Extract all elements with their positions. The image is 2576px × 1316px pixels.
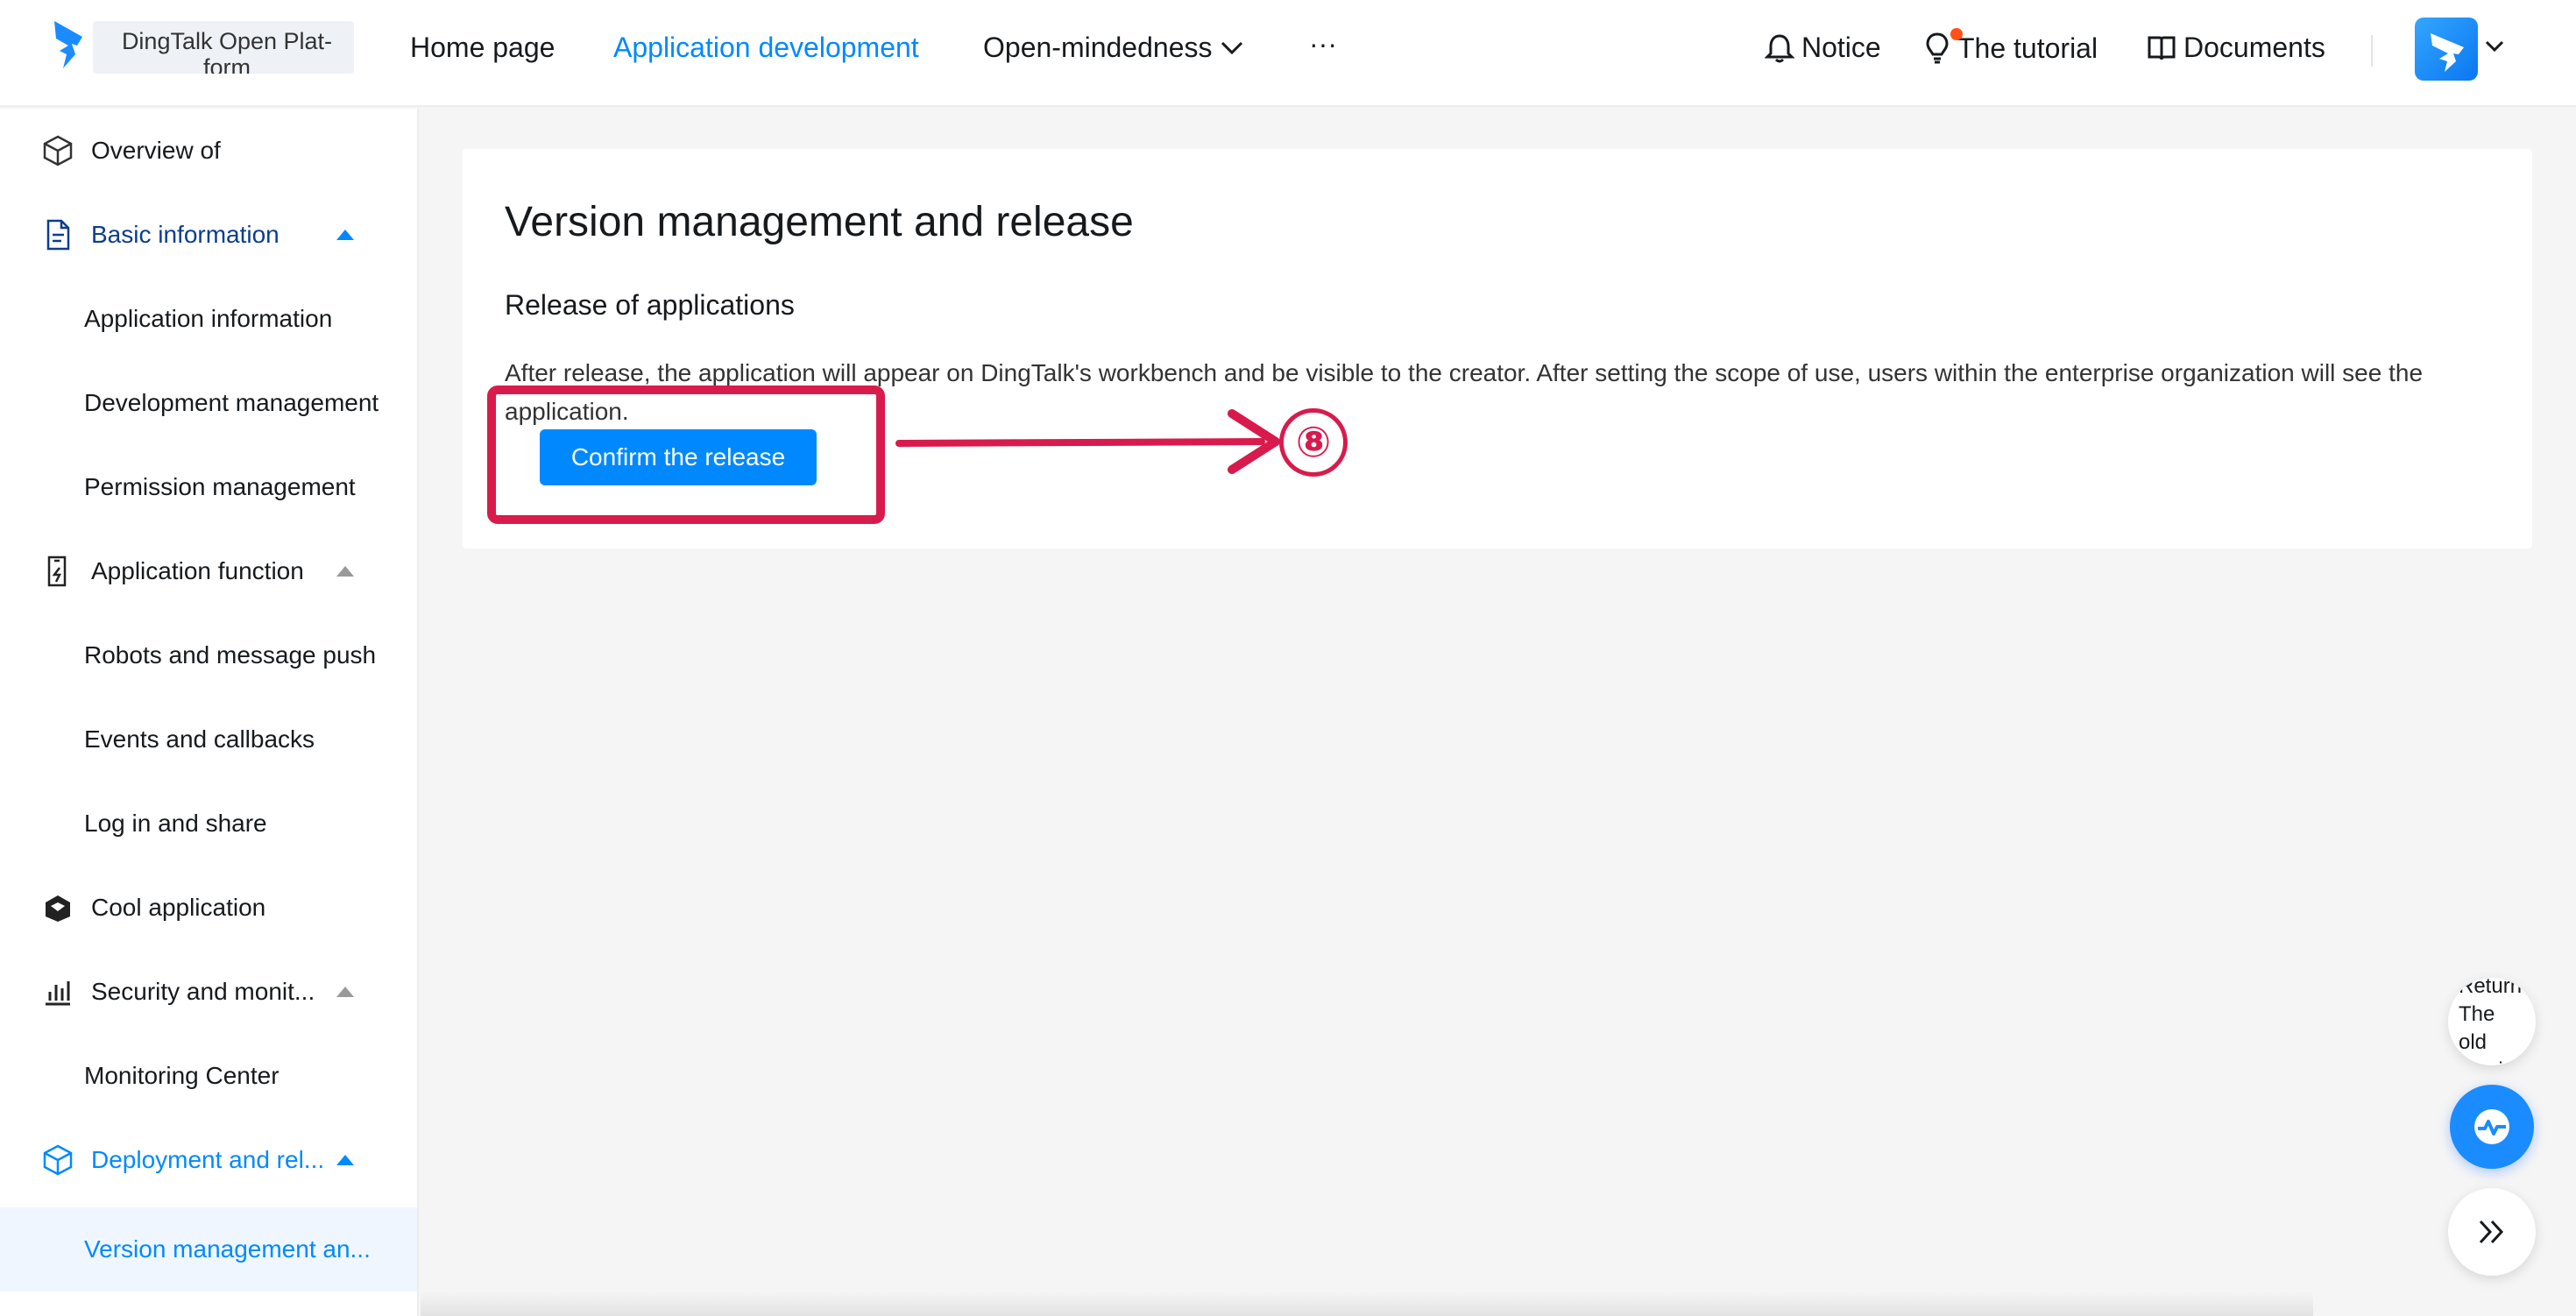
nav-more[interactable]: ··· [1309, 28, 1337, 60]
sidebar-item-label: Version management an... [84, 1235, 371, 1263]
tutorial-label: The tutorial [1957, 32, 2098, 64]
notice-link[interactable]: Notice [1765, 32, 1881, 64]
nav-application-development[interactable]: Application development [613, 32, 919, 64]
notice-label: Notice [1801, 32, 1881, 63]
sidebar-group-application-function[interactable]: Application function [0, 529, 417, 613]
sidebar-item-label: Application information [84, 305, 333, 332]
return-old-version-label: Return The old version [2459, 978, 2526, 1065]
caret-up-icon [336, 1155, 354, 1165]
documents-link[interactable]: Documents [2147, 32, 2325, 64]
documents-label: Documents [2183, 32, 2325, 63]
sidebar: Overview of Basic information Applicatio… [0, 109, 419, 1316]
chevron-down-icon [1221, 41, 1243, 54]
annotation-arrow-icon [895, 409, 1280, 474]
section-title: Release of applications [505, 289, 795, 321]
book-icon [2148, 36, 2176, 60]
sidebar-item-robots-message-push[interactable]: Robots and message push [0, 613, 417, 697]
sidebar-item-label: Deployment and rel... [91, 1146, 325, 1173]
assistant-icon [2474, 1109, 2509, 1144]
sidebar-item-cool-application[interactable]: Cool application [0, 866, 417, 950]
sidebar-item-events-callbacks[interactable]: Events and callbacks [0, 697, 417, 782]
platform-name: DingTalk Open Plat-form [121, 28, 333, 74]
sidebar-item-monitoring-center[interactable]: Monitoring Center [0, 1034, 417, 1118]
annotation-highlight-box [487, 386, 885, 524]
dingtalk-avatar-icon [2431, 33, 2464, 72]
return-old-version-button[interactable]: Return The old version [2448, 978, 2536, 1065]
nav-open-mindedness-label: Open-mindedness [983, 32, 1213, 63]
sidebar-item-label: Development management [84, 389, 379, 416]
lightbulb-icon [1926, 32, 1949, 64]
sidebar-item-label: Overview of [91, 137, 221, 164]
nav-open-mindedness[interactable]: Open-mindedness [983, 32, 1243, 64]
phone-bolt-icon [47, 555, 67, 587]
caret-up-icon [336, 566, 354, 577]
annotation-step-number: ⑧ [1279, 408, 1348, 477]
sidebar-item-overview[interactable]: Overview of [0, 109, 417, 193]
sidebar-group-deployment-release[interactable]: Deployment and rel... [0, 1118, 417, 1202]
sidebar-item-label: Permission management [84, 473, 356, 500]
sidebar-item-label: Basic information [91, 221, 280, 248]
bar-chart-icon [46, 981, 70, 1006]
sidebar-item-label: Monitoring Center [84, 1062, 280, 1089]
expand-button[interactable] [2448, 1188, 2536, 1276]
sidebar-group-basic-information[interactable]: Basic information [0, 193, 417, 277]
cool-app-icon [46, 895, 70, 922]
sidebar-item-label: Security and monit... [91, 978, 315, 1005]
cube-outline-icon [43, 135, 73, 166]
sidebar-item-label: Events and callbacks [84, 725, 315, 753]
bell-icon [1765, 33, 1794, 62]
sidebar-item-login-share[interactable]: Log in and share [0, 782, 417, 866]
document-icon [46, 219, 70, 251]
cube-icon [43, 1144, 73, 1176]
sidebar-item-label: Log in and share [84, 810, 267, 837]
top-header: DingTalk Open Plat-form Home page Applic… [0, 0, 2576, 107]
sidebar-item-label: Application function [91, 557, 304, 584]
chevron-down-icon[interactable] [2485, 40, 2504, 53]
nav-home-page[interactable]: Home page [410, 32, 555, 64]
sidebar-item-label: Robots and message push [84, 641, 377, 669]
avatar[interactable] [2415, 18, 2478, 81]
notification-dot [1950, 28, 1963, 40]
double-chevron-right-icon [2479, 1220, 2504, 1244]
platform-name-box[interactable]: DingTalk Open Plat-form [93, 21, 354, 74]
bottom-scroll-shadow [421, 1291, 2313, 1316]
caret-up-icon [336, 230, 354, 240]
sidebar-item-permission-management[interactable]: Permission management [0, 445, 417, 529]
page-title: Version management and release [505, 199, 1134, 245]
sidebar-item-application-information[interactable]: Application information [0, 277, 417, 361]
sidebar-item-development-management[interactable]: Development management [0, 361, 417, 445]
sidebar-group-security-monitoring[interactable]: Security and monit... [0, 950, 417, 1034]
caret-up-icon [336, 987, 354, 997]
dingtalk-logo-icon[interactable] [51, 16, 86, 72]
assistant-button[interactable] [2450, 1085, 2534, 1169]
header-divider [2371, 35, 2373, 67]
sidebar-item-label: Cool application [91, 894, 266, 921]
sidebar-item-version-management[interactable]: Version management an... [0, 1207, 417, 1291]
